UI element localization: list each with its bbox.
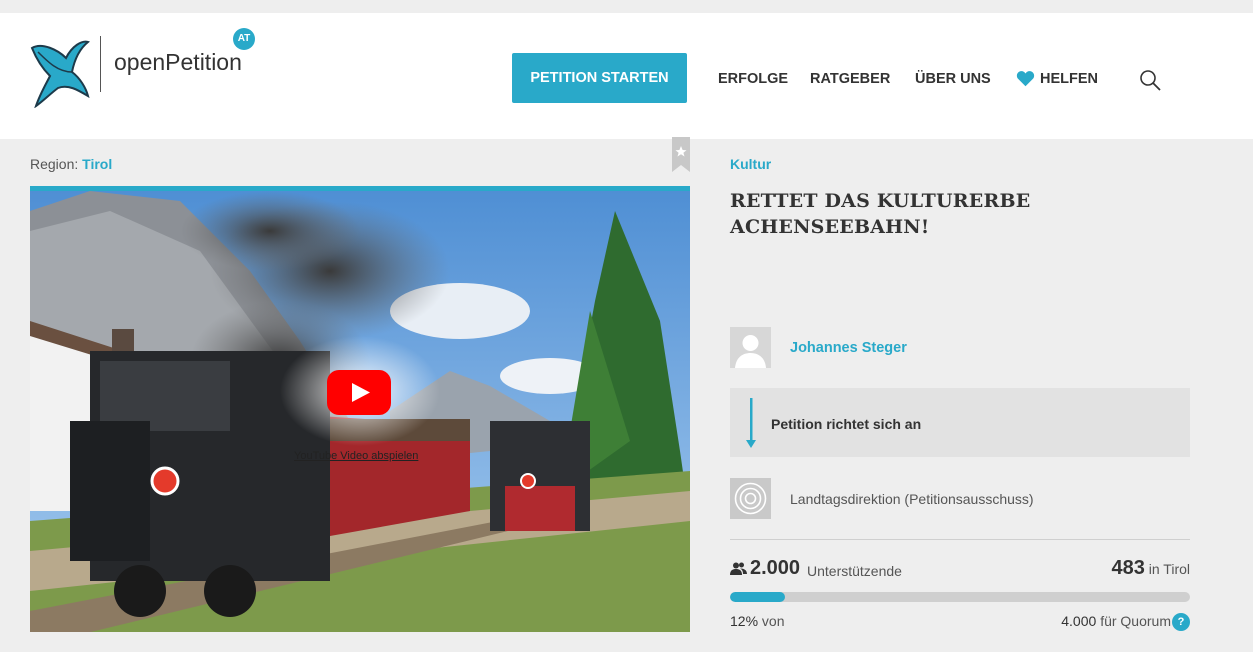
search-icon[interactable] [1138, 68, 1162, 92]
author-name-link[interactable]: Johannes Steger [790, 340, 907, 356]
percent-value: 12% [730, 613, 759, 629]
author-avatar[interactable] [730, 327, 771, 368]
recipient-icon [730, 478, 771, 519]
top-strip [0, 0, 1253, 13]
quorum-help-icon[interactable]: ? [1172, 613, 1190, 631]
heart-icon[interactable] [1016, 70, 1035, 87]
nav-item-ueber-uns[interactable]: ÜBER UNS [915, 71, 991, 87]
quorum-info: 4.000 für Quorum [1061, 613, 1171, 629]
site-logo[interactable]: openPetition AT [28, 28, 268, 112]
region-prefix: Region: [30, 156, 79, 172]
bird-logo-icon [30, 40, 90, 108]
nav-item-erfolge[interactable]: ERFOLGE [718, 71, 788, 87]
percent-suffix: von [761, 613, 785, 629]
start-petition-button[interactable]: PETITION STARTEN [512, 53, 687, 103]
supporters-count: 2.000 [750, 557, 801, 579]
category-link[interactable]: Kultur [730, 156, 771, 172]
regional-label: in Tirol [1148, 561, 1190, 577]
quorum-progress-bar [730, 592, 1190, 602]
youtube-play-icon[interactable] [327, 370, 391, 415]
logo-divider [100, 36, 101, 92]
youtube-video-link[interactable]: YouTube Video abspielen [294, 450, 418, 462]
supporters-icon [730, 562, 747, 575]
video-thumbnail[interactable]: YouTube Video abspielen [30, 186, 690, 632]
progress-fill [730, 592, 786, 602]
bookmark-icon[interactable] [672, 137, 690, 172]
progress-percent: 12% von [730, 613, 785, 629]
logo-text: openPetition [114, 49, 242, 75]
petition-title: RETTET DAS KULTURERBE ACHENSEEBAHN! [730, 190, 1031, 238]
addressed-to-box: Petition richtet sich an [730, 388, 1190, 457]
supporters-label: Unterstützende [807, 563, 902, 579]
arrow-down-icon [746, 398, 756, 448]
user-placeholder-icon [735, 335, 766, 368]
recipient-name: Landtagsdirektion (Petitionsausschuss) [790, 491, 1034, 507]
country-badge[interactable]: AT [233, 28, 255, 50]
nav-item-ratgeber[interactable]: RATGEBER [810, 71, 890, 87]
quorum-label: für Quorum [1100, 613, 1171, 629]
target-circles-icon [734, 482, 767, 515]
nav-item-helfen[interactable]: HELFEN [1040, 71, 1098, 87]
region-label: Region: Tirol [30, 156, 112, 172]
quorum-value: 4.000 [1061, 613, 1097, 629]
addressed-to-label: Petition richtet sich an [771, 416, 922, 432]
stats-divider [730, 539, 1190, 540]
region-link[interactable]: Tirol [82, 156, 112, 172]
regional-count: 483 [1111, 557, 1145, 579]
regional-supporters: 483 in Tirol [1112, 557, 1191, 580]
